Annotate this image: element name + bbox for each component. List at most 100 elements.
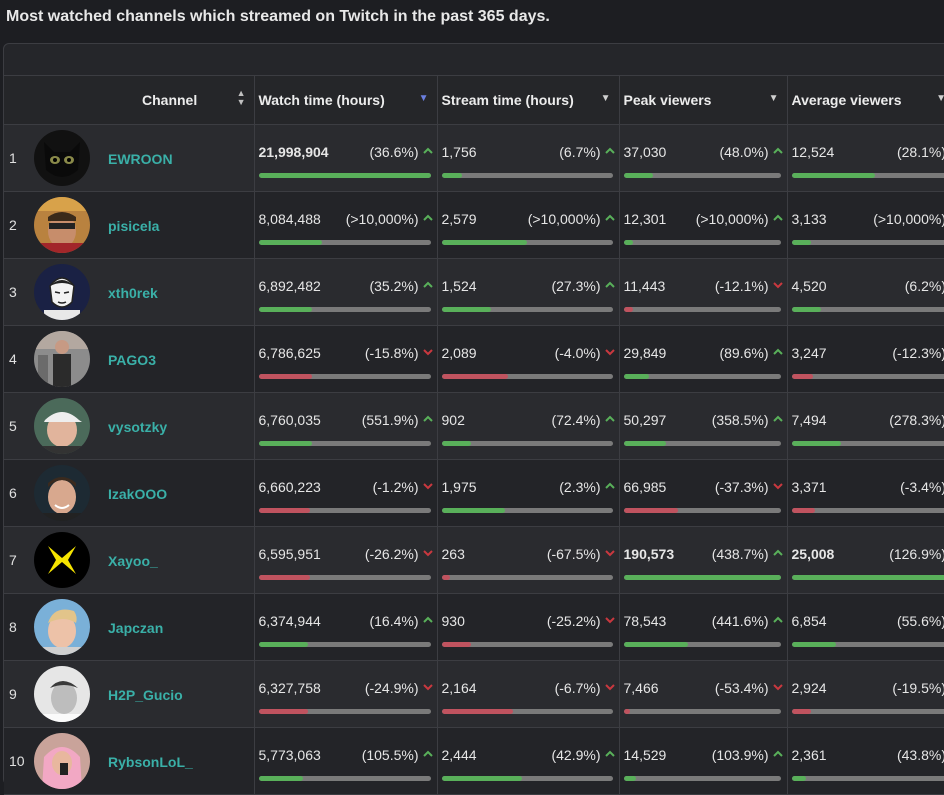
stream-cell: 2,579(>10,000%)	[437, 192, 619, 259]
rank-cell: 4	[4, 326, 34, 393]
channel-name-link[interactable]: pisicela	[108, 218, 159, 234]
table-row[interactable]: 8Japczan6,374,944(16.4%)930(-25.2%)78,54…	[4, 594, 944, 661]
peak-change-percent: (-53.4%)	[715, 680, 769, 696]
sort-desc-active-icon[interactable]: ▼	[419, 93, 429, 104]
sort-desc-icon[interactable]: ▼	[601, 93, 611, 104]
table-toolbar	[4, 44, 944, 76]
channel-header[interactable]: Channel ▲▼	[34, 76, 254, 125]
avg-change-percent: (-12.3%)	[892, 345, 944, 361]
stream-progress-fill	[442, 441, 471, 446]
rank-cell: 1	[4, 125, 34, 192]
peak-cell: 14,529(103.9%)	[619, 728, 787, 795]
stream-cell: 930(-25.2%)	[437, 594, 619, 661]
avg-progress-fill	[792, 307, 822, 312]
peak-value: 190,573	[624, 546, 675, 562]
table-body: 1EWROON21,998,904(36.6%)1,756(6.7%)37,03…	[4, 125, 944, 795]
table-row[interactable]: 2pisicela8,084,488(>10,000%)2,579(>10,00…	[4, 192, 944, 259]
peak-change-percent: (441.6%)	[712, 613, 769, 629]
avatar[interactable]	[34, 264, 90, 320]
channel-name-link[interactable]: EWROON	[108, 151, 173, 167]
channel-name-link[interactable]: xth0rek	[108, 285, 158, 301]
table-row[interactable]: 1EWROON21,998,904(36.6%)1,756(6.7%)37,03…	[4, 125, 944, 192]
avg-cell: 6,854(55.6%)	[787, 594, 944, 661]
avatar[interactable]	[34, 331, 90, 387]
stream-time-header[interactable]: Stream time (hours) ▼	[437, 76, 619, 125]
peak-cell: 66,985(-37.3%)	[619, 460, 787, 527]
avatar[interactable]	[34, 465, 90, 521]
avg-progress-bar	[792, 709, 944, 714]
avg-progress-bar	[792, 508, 944, 513]
avatar[interactable]	[34, 599, 90, 655]
table-row[interactable]: 5vysotzky6,760,035(551.9%)902(72.4%)50,2…	[4, 393, 944, 460]
table-row[interactable]: 10RybsonLoL_5,773,063(105.5%)2,444(42.9%…	[4, 728, 944, 795]
avg-change-percent: (43.8%)	[897, 747, 944, 763]
avatar[interactable]	[34, 532, 90, 588]
sort-desc-icon[interactable]: ▼	[936, 93, 944, 104]
avatar[interactable]	[34, 197, 90, 253]
stream-change-percent: (-4.0%)	[555, 345, 601, 361]
channel-name-link[interactable]: H2P_Gucio	[108, 687, 183, 703]
peak-value: 14,529	[624, 747, 667, 763]
trend-down-icon	[421, 546, 435, 560]
stream-cell: 2,089(-4.0%)	[437, 326, 619, 393]
stream-cell: 902(72.4%)	[437, 393, 619, 460]
avg-progress-bar	[792, 173, 944, 178]
avg-value: 3,371	[792, 479, 827, 495]
trend-up-icon	[421, 747, 435, 761]
rank-number: 3	[9, 284, 17, 300]
stream-change-percent: (6.7%)	[559, 144, 600, 160]
trend-down-icon	[603, 345, 617, 359]
sort-desc-icon[interactable]: ▼	[769, 93, 779, 104]
stream-change-percent: (72.4%)	[551, 412, 600, 428]
watch-change-percent: (35.2%)	[369, 278, 418, 294]
peak-cell: 7,466(-53.4%)	[619, 661, 787, 728]
sort-both-icon[interactable]: ▲▼	[237, 89, 246, 107]
watch-progress-fill	[259, 776, 304, 781]
stream-progress-bar	[442, 173, 613, 178]
watch-time-header[interactable]: Watch time (hours) ▼	[254, 76, 437, 125]
watch-progress-bar	[259, 173, 431, 178]
stream-change-percent: (-6.7%)	[555, 680, 601, 696]
peak-viewers-header[interactable]: Peak viewers ▼	[619, 76, 787, 125]
avatar[interactable]	[34, 733, 90, 789]
trend-up-icon	[603, 144, 617, 158]
watch-change-percent: (-26.2%)	[365, 546, 419, 562]
channel-cell: EWROON	[34, 125, 254, 192]
peak-change-percent: (438.7%)	[712, 546, 769, 562]
table-row[interactable]: 3xth0rek6,892,482(35.2%)1,524(27.3%)11,4…	[4, 259, 944, 326]
channel-name-link[interactable]: vysotzky	[108, 419, 167, 435]
table-row[interactable]: 7Xayoo_6,595,951(-26.2%)263(-67.5%)190,5…	[4, 527, 944, 594]
stream-cell: 2,164(-6.7%)	[437, 661, 619, 728]
average-viewers-header-label: Average viewers	[792, 92, 902, 108]
channel-name-link[interactable]: Japczan	[108, 620, 163, 636]
watch-value: 21,998,904	[259, 144, 329, 160]
stream-progress-fill	[442, 508, 505, 513]
peak-progress-bar	[624, 240, 781, 245]
watch-cell: 6,786,625(-15.8%)	[254, 326, 437, 393]
avg-cell: 3,133(>10,000%)	[787, 192, 944, 259]
channel-name-link[interactable]: RybsonLoL_	[108, 754, 193, 770]
peak-value: 11,443	[624, 278, 666, 294]
rank-cell: 2	[4, 192, 34, 259]
channel-name-link[interactable]: IzakOOO	[108, 486, 167, 502]
channel-name-link[interactable]: Xayoo_	[108, 553, 158, 569]
avatar[interactable]	[34, 398, 90, 454]
rank-number: 7	[9, 552, 17, 568]
avatar[interactable]	[34, 666, 90, 722]
avg-progress-bar	[792, 307, 944, 312]
average-viewers-header[interactable]: Average viewers ▼	[787, 76, 944, 125]
table-row[interactable]: 4PAGO36,786,625(-15.8%)2,089(-4.0%)29,84…	[4, 326, 944, 393]
avg-value: 4,520	[792, 278, 827, 294]
trend-up-icon	[421, 412, 435, 426]
peak-progress-bar	[624, 307, 781, 312]
peak-change-percent: (48.0%)	[719, 144, 768, 160]
stream-change-percent: (27.3%)	[551, 278, 600, 294]
trend-down-icon	[603, 680, 617, 694]
peak-progress-fill	[624, 642, 688, 647]
channel-name-link[interactable]: PAGO3	[108, 352, 156, 368]
avatar[interactable]	[34, 130, 90, 186]
avg-progress-bar	[792, 642, 944, 647]
table-row[interactable]: 9H2P_Gucio6,327,758(-24.9%)2,164(-6.7%)7…	[4, 661, 944, 728]
trend-up-icon	[771, 747, 785, 761]
table-row[interactable]: 6IzakOOO6,660,223(-1.2%)1,975(2.3%)66,98…	[4, 460, 944, 527]
